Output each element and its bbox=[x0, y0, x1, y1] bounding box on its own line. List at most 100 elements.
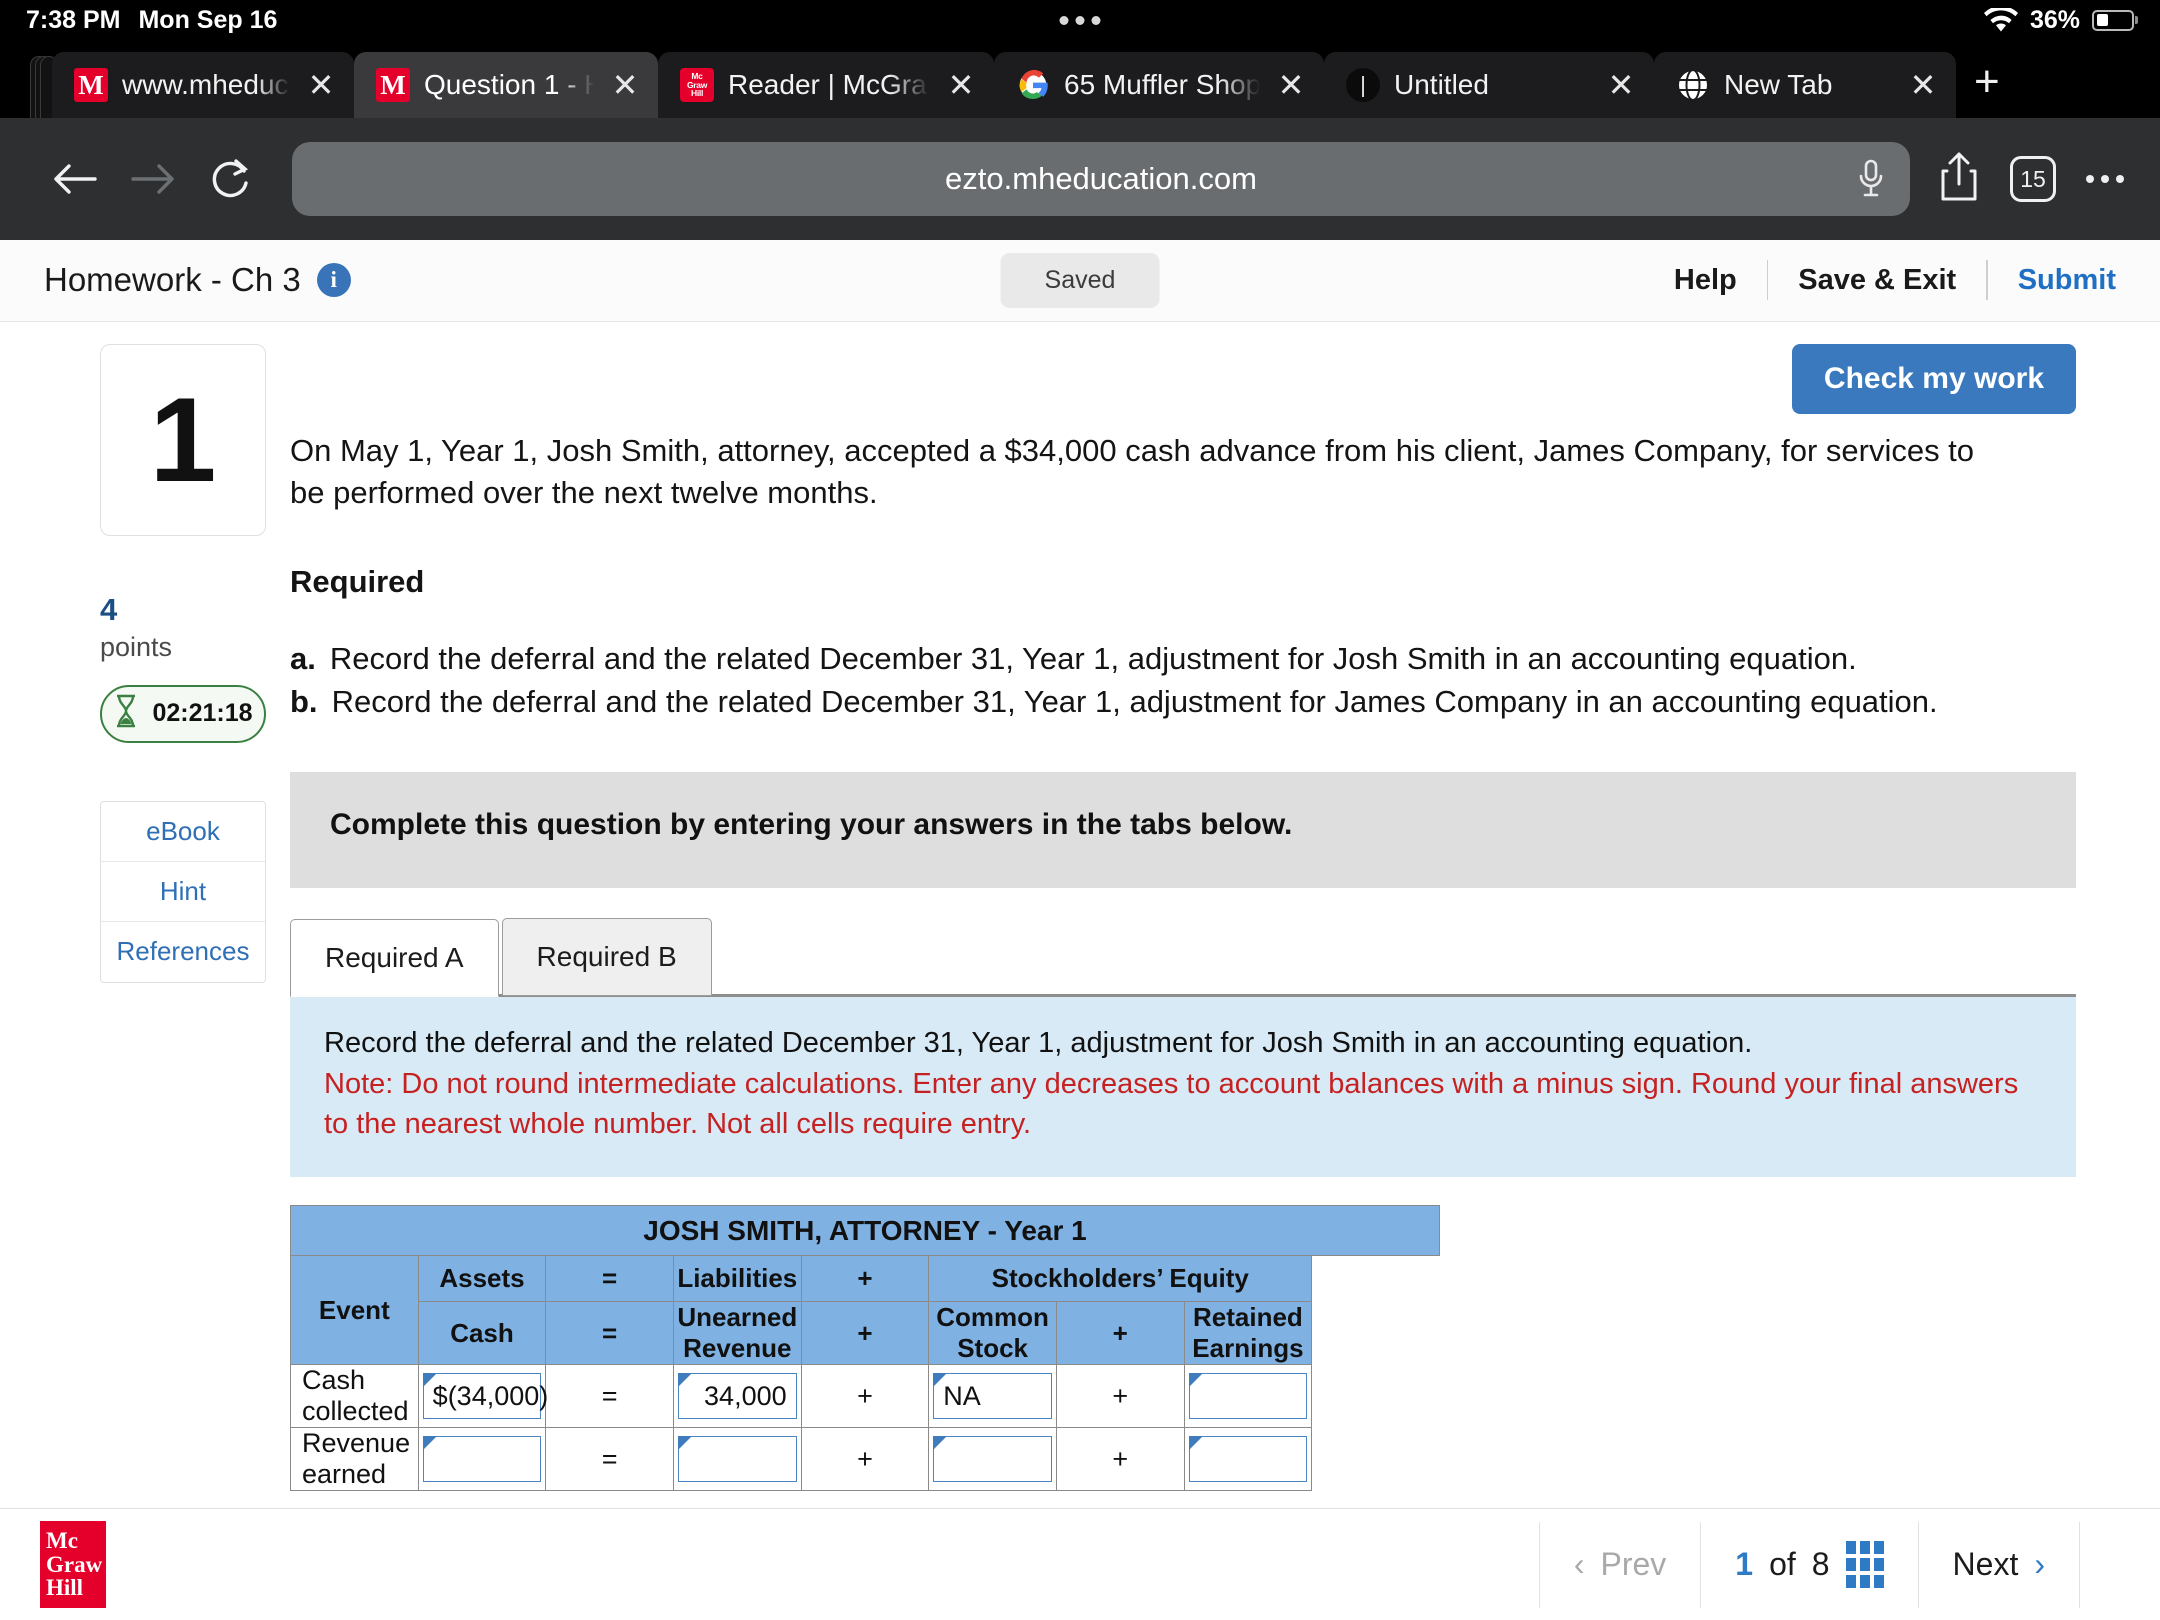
browser-tab-5-title: Untitled bbox=[1394, 69, 1489, 100]
sidebar-item-ebook[interactable]: eBook bbox=[101, 802, 265, 862]
logo-line-1: Mc bbox=[46, 1528, 78, 1554]
page-indicator[interactable]: 1 of 8 bbox=[1700, 1521, 1917, 1608]
submit-button[interactable]: Submit bbox=[1988, 264, 2116, 297]
note-box: Record the deferral and the related Dece… bbox=[290, 997, 2076, 1178]
url-text: ezto.mheducation.com bbox=[945, 161, 1257, 196]
share-icon[interactable] bbox=[1938, 151, 1980, 208]
accounting-equation-table: JOSH SMITH, ATTORNEY - Year 1 Event Asse… bbox=[290, 1205, 1440, 1492]
close-icon[interactable]: ✕ bbox=[1604, 68, 1638, 102]
browser-tab-5[interactable]: | Untitled ✕ bbox=[1324, 52, 1654, 118]
close-icon[interactable]: ✕ bbox=[1274, 68, 1308, 102]
globe-icon bbox=[1676, 68, 1710, 102]
sidebar-item-hint[interactable]: Hint bbox=[101, 862, 265, 922]
microphone-icon[interactable] bbox=[1858, 159, 1884, 199]
row-2-cash-cell bbox=[417, 1427, 547, 1492]
row-1-common-stock-cell: NA bbox=[928, 1364, 1057, 1429]
page-title: Homework - Ch 3 i bbox=[44, 261, 351, 299]
check-my-work-button[interactable]: Check my work bbox=[1791, 343, 2076, 414]
grid-menu-icon[interactable] bbox=[1845, 1541, 1884, 1588]
status-bar-left: 7:38 PM Mon Sep 16 bbox=[26, 6, 277, 35]
status-bar-right: 36% bbox=[1983, 5, 2134, 35]
row-1-cash-input[interactable]: $ (34,000) bbox=[422, 1373, 548, 1420]
row-2-plus-a: + bbox=[800, 1427, 930, 1492]
tab-required-b[interactable]: Required B bbox=[501, 917, 712, 996]
prev-question-button[interactable]: ‹ Prev bbox=[1538, 1521, 1700, 1608]
table-title-row: JOSH SMITH, ATTORNEY - Year 1 bbox=[290, 1205, 1440, 1257]
close-icon[interactable]: ✕ bbox=[304, 68, 338, 102]
row-2-common-stock-input[interactable] bbox=[933, 1436, 1052, 1483]
tab-required-a[interactable]: Required A bbox=[290, 919, 499, 998]
points-label: points bbox=[100, 631, 173, 662]
required-heading: Required bbox=[290, 564, 425, 600]
required-item-a-marker: a. bbox=[290, 641, 316, 677]
status-bar-center-dots bbox=[1059, 15, 1101, 25]
row-1-cash-cell: $ (34,000) bbox=[417, 1364, 548, 1429]
row-2-retained-earnings-input[interactable] bbox=[1188, 1436, 1308, 1483]
info-icon[interactable]: i bbox=[316, 263, 351, 298]
row-2-event-label: Revenue earned bbox=[290, 1427, 419, 1492]
ios-status-bar: 7:38 PM Mon Sep 16 36% bbox=[0, 0, 2160, 40]
table-row: Cash collected $ (34,000) = 34,000 + NA … bbox=[290, 1364, 1440, 1429]
tab-count-button[interactable]: 15 bbox=[2010, 156, 2056, 202]
web-page: Homework - Ch 3 i Saved Help Save & Exit… bbox=[0, 240, 2160, 1620]
question-sidebar: 1 4 points 02:21:18 eBook Hint Reference… bbox=[0, 343, 290, 1508]
row-1-cash-value: (34,000) bbox=[447, 1380, 549, 1411]
url-bar[interactable]: ezto.mheducation.com bbox=[292, 142, 1910, 216]
browser-tab-2[interactable]: M Question 1 - Ho ✕ bbox=[354, 52, 658, 118]
page-number-text: 1 bbox=[1735, 1546, 1753, 1583]
browser-tab-1[interactable]: M www.mheducat ✕ bbox=[52, 52, 354, 118]
required-list: a. Record the deferral and the related D… bbox=[290, 638, 2076, 724]
row-1-common-stock-input[interactable]: NA bbox=[933, 1373, 1052, 1420]
page-of-label: of bbox=[1769, 1546, 1796, 1582]
row-1-retained-earnings-cell bbox=[1183, 1364, 1313, 1429]
google-icon bbox=[1016, 68, 1050, 102]
next-question-button[interactable]: Next › bbox=[1917, 1521, 2080, 1608]
timer-badge: 02:21:18 bbox=[100, 684, 266, 743]
browser-tab-6[interactable]: New Tab ✕ bbox=[1654, 52, 1956, 118]
browser-tab-2-title: Question 1 - Ho bbox=[424, 69, 594, 100]
logo-line-3: Hill bbox=[46, 1575, 84, 1601]
header-retained-earnings: Retained Earnings bbox=[1183, 1301, 1313, 1366]
forward-arrow-icon[interactable] bbox=[114, 140, 192, 218]
required-item-a-text: Record the deferral and the related Dece… bbox=[329, 641, 1857, 677]
status-date: Mon Sep 16 bbox=[138, 5, 278, 34]
row-1-retained-earnings-input[interactable] bbox=[1188, 1373, 1308, 1420]
more-dots-icon[interactable] bbox=[2086, 175, 2124, 183]
row-1-unearned-revenue-cell: 34,000 bbox=[672, 1364, 802, 1429]
cell-flag-icon bbox=[1188, 1436, 1203, 1451]
row-2-unearned-revenue-input[interactable] bbox=[677, 1436, 797, 1483]
back-arrow-icon[interactable] bbox=[36, 140, 114, 218]
sidebar-item-references[interactable]: References bbox=[101, 922, 265, 982]
required-item-b: b. Record the deferral and the related D… bbox=[290, 681, 2076, 724]
cell-flag-icon bbox=[933, 1373, 948, 1388]
mheducation-m-icon: M bbox=[74, 68, 108, 102]
wifi-icon bbox=[1983, 7, 2018, 33]
close-icon[interactable]: ✕ bbox=[1906, 68, 1940, 102]
help-button[interactable]: Help bbox=[1644, 264, 1767, 297]
close-icon[interactable]: ✕ bbox=[944, 68, 978, 102]
page-footer: Mc Graw Hill ‹ Prev 1 of 8 Next › bbox=[0, 1508, 2160, 1620]
table-title: JOSH SMITH, ATTORNEY - Year 1 bbox=[290, 1205, 1440, 1257]
browser-tab-4[interactable]: 65 Muffler Shop ✕ bbox=[994, 52, 1324, 118]
close-icon[interactable]: ✕ bbox=[608, 68, 642, 102]
reload-icon[interactable] bbox=[192, 140, 270, 218]
new-tab-button[interactable]: + bbox=[1956, 60, 2018, 118]
cell-flag-icon bbox=[422, 1373, 437, 1388]
dark-circle-icon: | bbox=[1346, 68, 1380, 102]
page-title-text: Homework - Ch 3 bbox=[44, 261, 301, 299]
row-1-event-label: Cash collected bbox=[290, 1364, 419, 1429]
cell-flag-icon bbox=[677, 1436, 692, 1451]
browser-tab-3[interactable]: Mc Graw Hill Reader | McGra ✕ bbox=[658, 52, 994, 118]
row-2-cash-input[interactable] bbox=[422, 1436, 542, 1483]
header-unearned-revenue: Unearned Revenue bbox=[672, 1301, 802, 1366]
battery-percent: 36% bbox=[2029, 5, 2080, 34]
status-badge: Saved bbox=[1000, 252, 1160, 308]
row-1-unearned-revenue-input[interactable]: 34,000 bbox=[677, 1373, 797, 1420]
next-label: Next bbox=[1952, 1546, 2019, 1582]
header-equals-2: = bbox=[545, 1301, 674, 1366]
mcgraw-hill-icon: Mc Graw Hill bbox=[680, 68, 714, 102]
requirement-tabs: Required A Required B bbox=[290, 917, 2076, 998]
header-plus-3: + bbox=[1055, 1301, 1185, 1366]
header-assets: Assets bbox=[417, 1255, 547, 1303]
save-and-exit-button[interactable]: Save & Exit bbox=[1768, 264, 1986, 297]
